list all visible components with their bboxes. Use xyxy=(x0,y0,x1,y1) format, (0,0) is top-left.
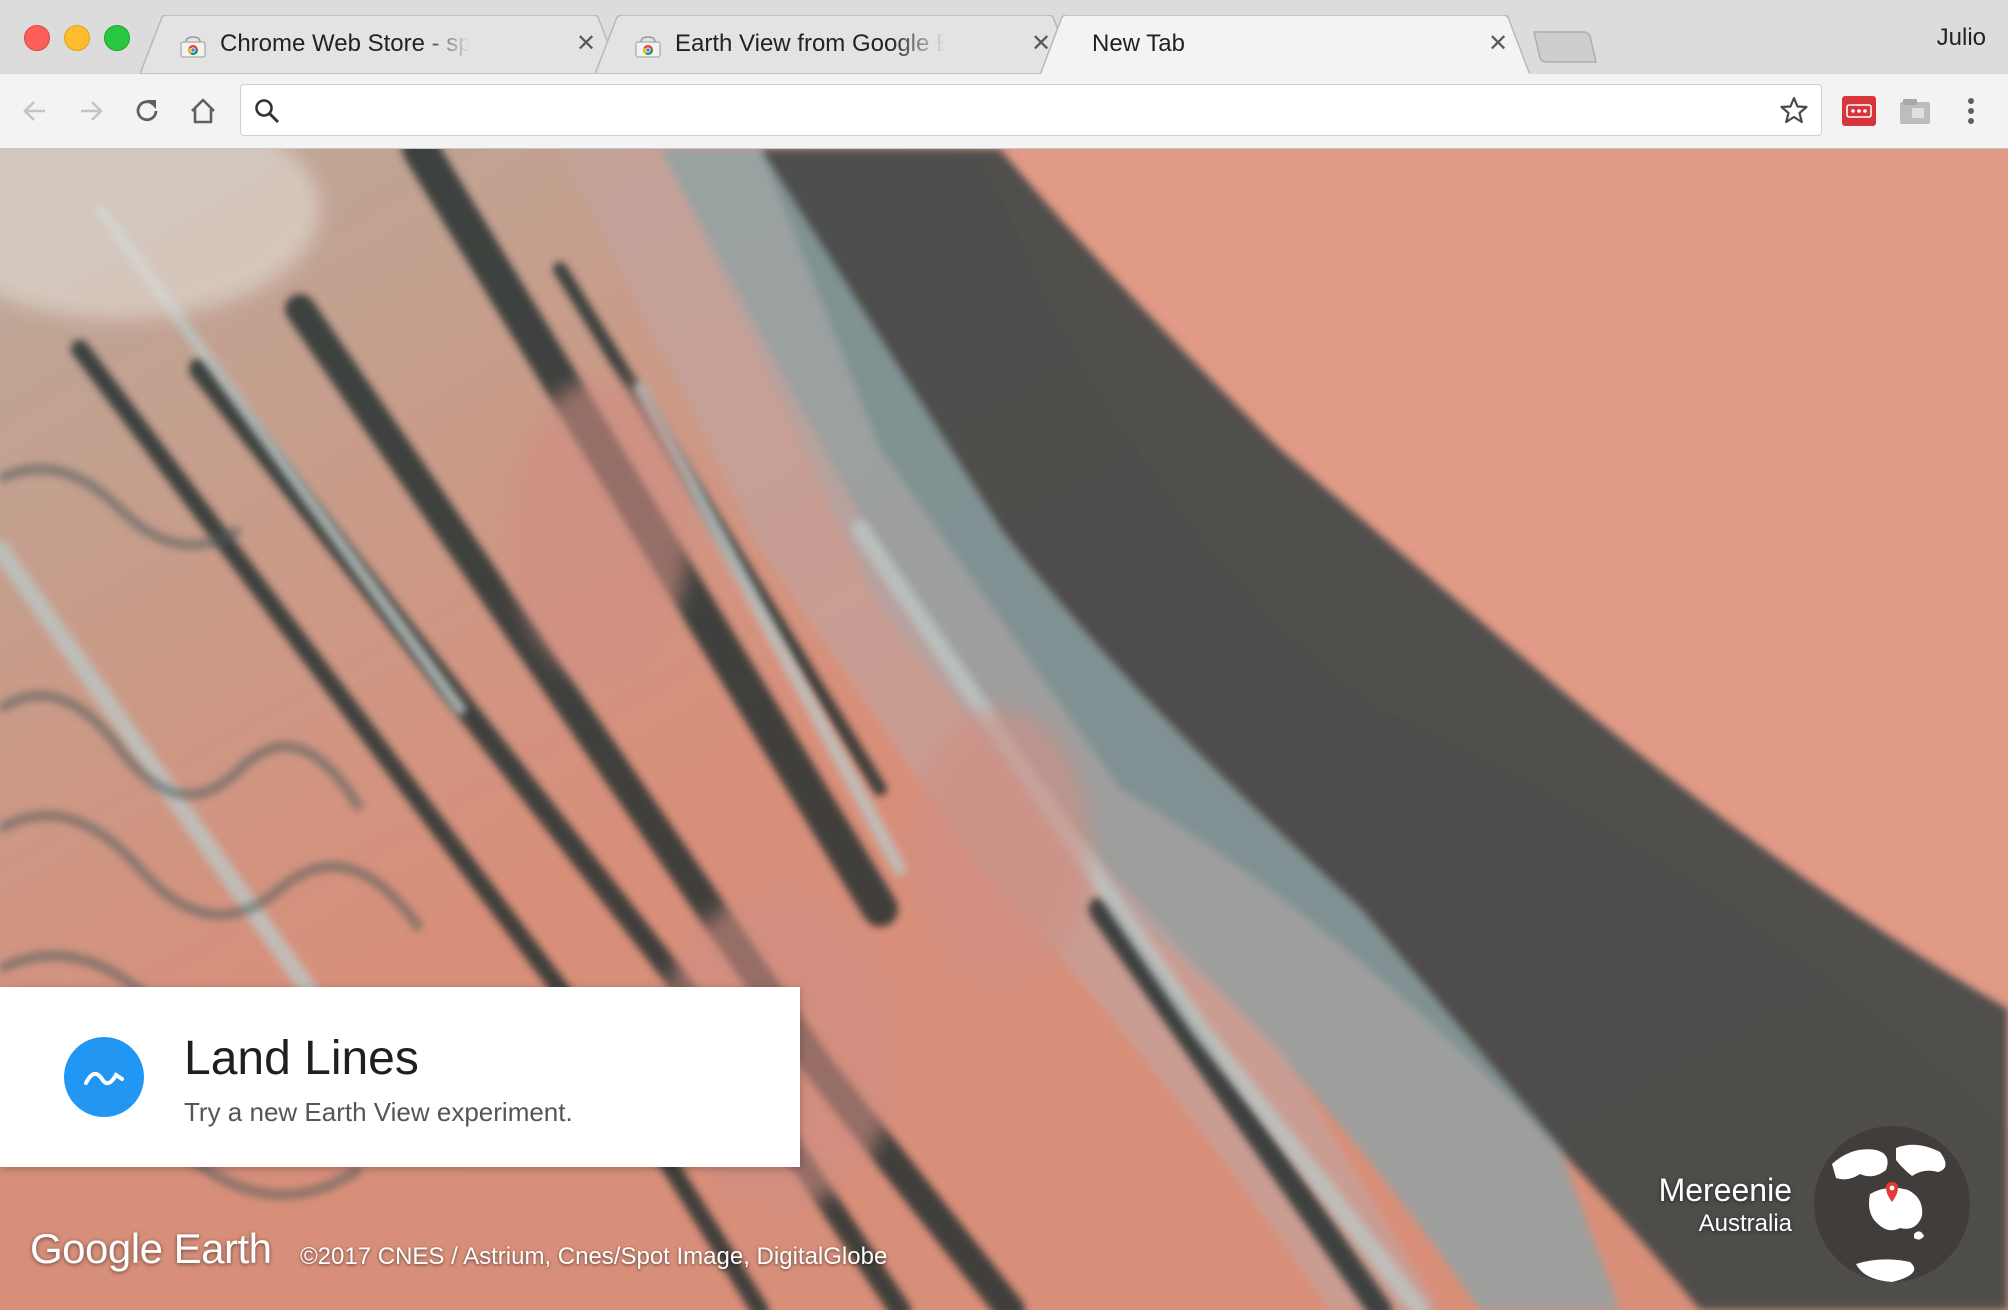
card-subtitle: Try a new Earth View experiment. xyxy=(184,1097,573,1127)
tab-title: Earth View from Google Earth xyxy=(675,30,945,57)
tab-title: Chrome Web Store - speed dia xyxy=(220,30,470,57)
forward-button[interactable] xyxy=(74,94,108,128)
chrome-web-store-icon xyxy=(180,36,206,58)
fullscreen-window-button[interactable] xyxy=(104,25,130,51)
tab-title: New Tab xyxy=(1092,30,1185,57)
forward-icon xyxy=(81,101,103,121)
tab-strip: Chrome Web Store - speed dia ✕ Earth Vie… xyxy=(0,0,2008,75)
profile-name[interactable]: Julio xyxy=(1937,24,1986,52)
land-lines-icon xyxy=(64,1037,144,1117)
back-button[interactable] xyxy=(18,94,52,128)
location-name: Mereenie xyxy=(1658,1172,1792,1208)
menu-icon[interactable] xyxy=(1956,92,1986,130)
location-label[interactable]: Mereenie Australia xyxy=(1659,1171,1792,1239)
minimize-window-button[interactable] xyxy=(64,25,90,51)
address-bar[interactable] xyxy=(240,84,1822,136)
image-attribution: ©2017 CNES / Astrium, Cnes/Spot Image, D… xyxy=(300,1243,888,1270)
extension-icon xyxy=(1846,104,1872,118)
bookmark-star-icon[interactable] xyxy=(1779,95,1809,125)
home-icon xyxy=(191,98,215,124)
tab-earth-view[interactable]: Earth View from Google Earth ✕ xyxy=(595,15,1075,74)
tab-chrome-web-store[interactable]: Chrome Web Store - speed dia ✕ xyxy=(140,15,620,74)
close-window-button[interactable] xyxy=(24,25,50,51)
tab-new-tab[interactable]: New Tab ✕ xyxy=(1040,15,1530,75)
google-earth-logo[interactable]: Google Earth xyxy=(30,1225,272,1273)
chrome-web-store-icon xyxy=(635,36,661,58)
address-input[interactable] xyxy=(295,93,1739,129)
extension-icon[interactable] xyxy=(1898,96,1932,126)
card-title: Land Lines xyxy=(184,1032,419,1085)
globe-icon[interactable] xyxy=(1812,1124,1972,1284)
reload-button[interactable] xyxy=(130,94,164,128)
extension-button[interactable] xyxy=(1842,96,1876,126)
location-country: Australia xyxy=(1698,1210,1792,1237)
search-icon xyxy=(255,99,280,124)
browser-toolbar xyxy=(0,74,2008,149)
back-icon xyxy=(23,101,45,121)
new-tab-button[interactable] xyxy=(1532,30,1598,64)
home-button[interactable] xyxy=(186,94,220,128)
land-lines-card[interactable]: Land Lines Try a new Earth View experime… xyxy=(0,987,800,1167)
earth-view-page: Land Lines Try a new Earth View experime… xyxy=(0,149,2008,1310)
close-tab-icon[interactable]: ✕ xyxy=(1486,29,1510,59)
reload-icon xyxy=(136,100,158,122)
